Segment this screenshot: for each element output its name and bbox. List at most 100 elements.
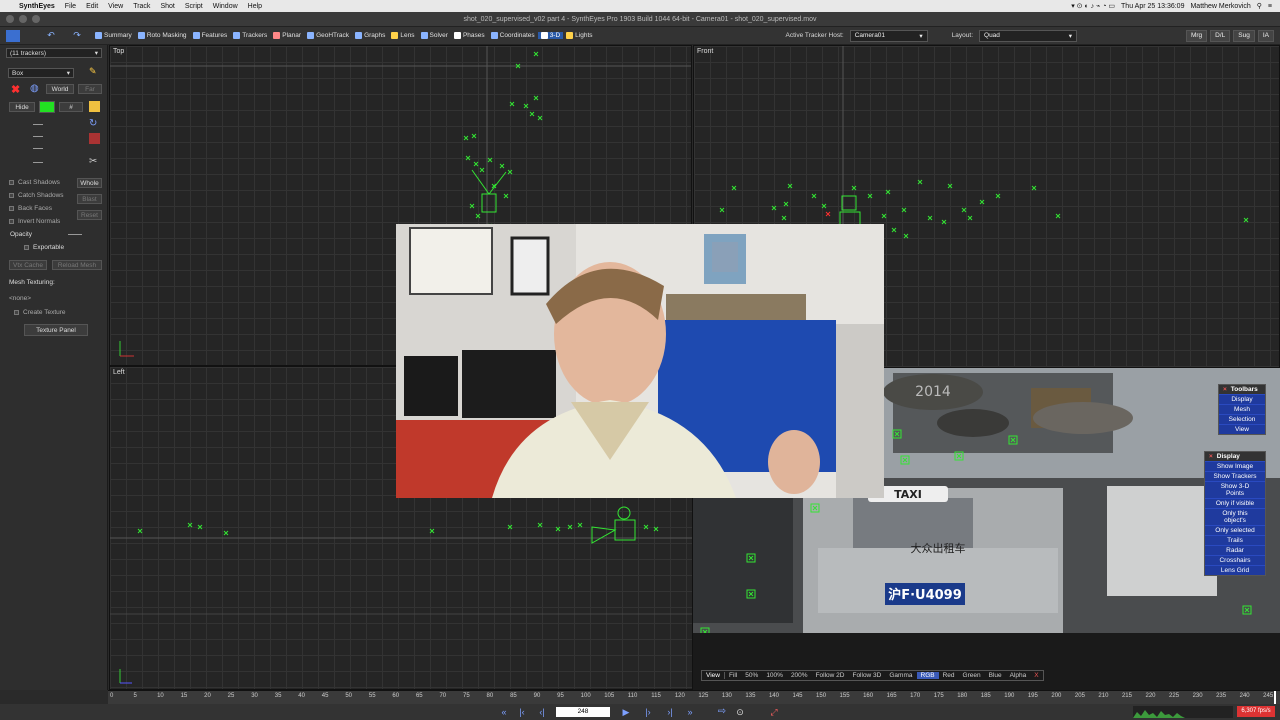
ia-button[interactable]: IA [1257,29,1274,42]
tracker-marker[interactable] [555,526,561,532]
tracker-marker[interactable] [529,111,535,117]
tab-trackers[interactable]: Trackers [230,32,270,39]
arrow-right-icon[interactable]: ⇨ [716,706,728,718]
invert-normals-checkbox[interactable]: Invert Normals [9,218,60,225]
last-frame-button[interactable]: » [684,706,696,718]
tracker-marker[interactable] [1031,185,1037,191]
tracker-marker[interactable] [995,193,1001,199]
catch-shadows-checkbox[interactable]: Catch Shadows [9,192,64,199]
back-faces-checkbox[interactable]: Back Faces [9,205,52,212]
tracker-marker[interactable] [137,528,143,534]
mrg-button[interactable]: Mrg [1185,29,1208,42]
tracker-marker[interactable] [867,193,873,199]
redo-icon[interactable]: ↷ [66,30,88,41]
tab-solver[interactable]: Solver [418,32,451,39]
timeline-ruler[interactable]: 0 5 10 15 20 25 30 35 40 45 50 55 60 65 70 75 80 85 90 95 10… [108,690,1280,705]
prev-key-button[interactable]: |‹ [516,706,528,718]
tab-planar[interactable]: Planar [270,32,304,39]
sug-button[interactable]: Sug [1233,29,1255,42]
menu-view[interactable]: View [103,3,128,10]
tracker-marker[interactable] [643,524,649,530]
view-bar-follow-3d[interactable]: Follow 3D [848,672,885,679]
tracker-marker[interactable] [533,51,539,57]
view-bar-follow-2d[interactable]: Follow 2D [812,672,849,679]
display-menu[interactable]: × Display Show Image Show Trackers Show 3… [1204,451,1266,576]
menu-shot[interactable]: Shot [155,3,179,10]
display-menu-only-this-objects[interactable]: Only this object's [1205,508,1265,525]
undo-icon[interactable]: ↶ [36,30,66,41]
tracker-marker[interactable] [475,213,481,219]
opacity-slider[interactable] [68,234,82,235]
tracker-marker[interactable] [473,161,479,167]
frame-number-field[interactable]: 248 [556,707,610,717]
lock-icon[interactable]: ◍ [30,83,39,94]
tracker-marker[interactable] [653,526,659,532]
tracker-marker[interactable] [903,233,909,239]
display-menu-only-selected[interactable]: Only selected [1205,525,1265,535]
tracker-marker[interactable] [577,522,583,528]
tab-features[interactable]: Features [190,32,231,39]
tracker-marker[interactable] [787,183,793,189]
tracker-marker[interactable] [851,185,857,191]
tracker-marker[interactable] [1243,217,1249,223]
next-key-button[interactable]: ›| [664,706,676,718]
tracker-marker[interactable] [507,169,513,175]
tracker-marker[interactable] [471,133,477,139]
prev-frame-button[interactable]: ‹| [536,706,548,718]
tab-lens[interactable]: Lens [388,32,417,39]
display-menu-radar[interactable]: Radar [1205,545,1265,555]
tracker-marker[interactable] [533,95,539,101]
view-bar-alpha[interactable]: Alpha [1006,672,1031,679]
whole-button[interactable]: Whole [77,178,102,188]
first-frame-button[interactable]: « [498,706,510,718]
view-bar-x[interactable]: X [1030,672,1042,679]
selected-tracker-marker[interactable] [825,211,831,217]
wrench-icon[interactable]: ✂ [89,156,97,167]
close-icon[interactable]: × [1209,453,1213,460]
texture-panel-button[interactable]: Texture Panel [24,324,88,336]
tracker-marker[interactable] [465,155,471,161]
view-bar-50-[interactable]: 50% [741,672,762,679]
view-bar-gamma[interactable]: Gamma [885,672,916,679]
tracker-marker[interactable] [821,203,827,209]
tab-geohtrack[interactable]: GeoHTrack [304,32,352,39]
reload-mesh-button[interactable]: Reload Mesh [52,260,102,270]
tracker-marker[interactable] [523,103,529,109]
tracker-marker[interactable] [891,227,897,233]
tracker-marker[interactable] [463,135,469,141]
tracker-marker[interactable] [537,115,543,121]
tracker-marker[interactable] [771,205,777,211]
display-menu-crosshairs[interactable]: Crosshairs [1205,555,1265,565]
tracker-select[interactable]: (11 trackers) ▾ [6,48,102,58]
menu-synth-eyes[interactable]: SynthEyes [14,3,60,10]
tracker-marker[interactable] [503,193,509,199]
play-button[interactable]: ▶ [620,706,632,718]
tracker-marker[interactable] [811,193,817,199]
view-bar-red[interactable]: Red [939,672,959,679]
menu-track[interactable]: Track [128,3,155,10]
tab-3-d[interactable]: 3-D [537,32,564,39]
next-frame-button[interactable]: |› [642,706,654,718]
toolbar-menu-view[interactable]: View [1219,424,1265,434]
tracker-marker[interactable] [197,524,203,530]
zoom-window-button[interactable] [32,15,40,23]
tracker-marker[interactable] [1055,213,1061,219]
tab-phases[interactable]: Phases [451,32,488,39]
tracker-marker[interactable] [507,524,513,530]
tracker-marker[interactable] [487,157,493,163]
display-menu-trails[interactable]: Trails [1205,535,1265,545]
display-menu-lens-grid[interactable]: Lens Grid [1205,565,1265,575]
search-icon[interactable]: ⚲ [1257,2,1262,10]
reset-button[interactable]: Reset [77,210,102,220]
far-button[interactable]: Far [78,84,102,94]
tracker-marker[interactable] [979,199,985,205]
world-button[interactable]: World [46,84,74,94]
tracker-marker[interactable] [429,528,435,534]
display-menu-show-image[interactable]: Show Image [1205,461,1265,471]
tracker-marker[interactable] [881,213,887,219]
refresh-icon[interactable]: ↻ [89,118,97,129]
hide-button[interactable]: Hide [9,102,35,112]
close-icon[interactable]: × [1223,386,1227,393]
tracker-marker[interactable] [567,524,573,530]
delete-icon[interactable]: ✖ [11,83,20,96]
